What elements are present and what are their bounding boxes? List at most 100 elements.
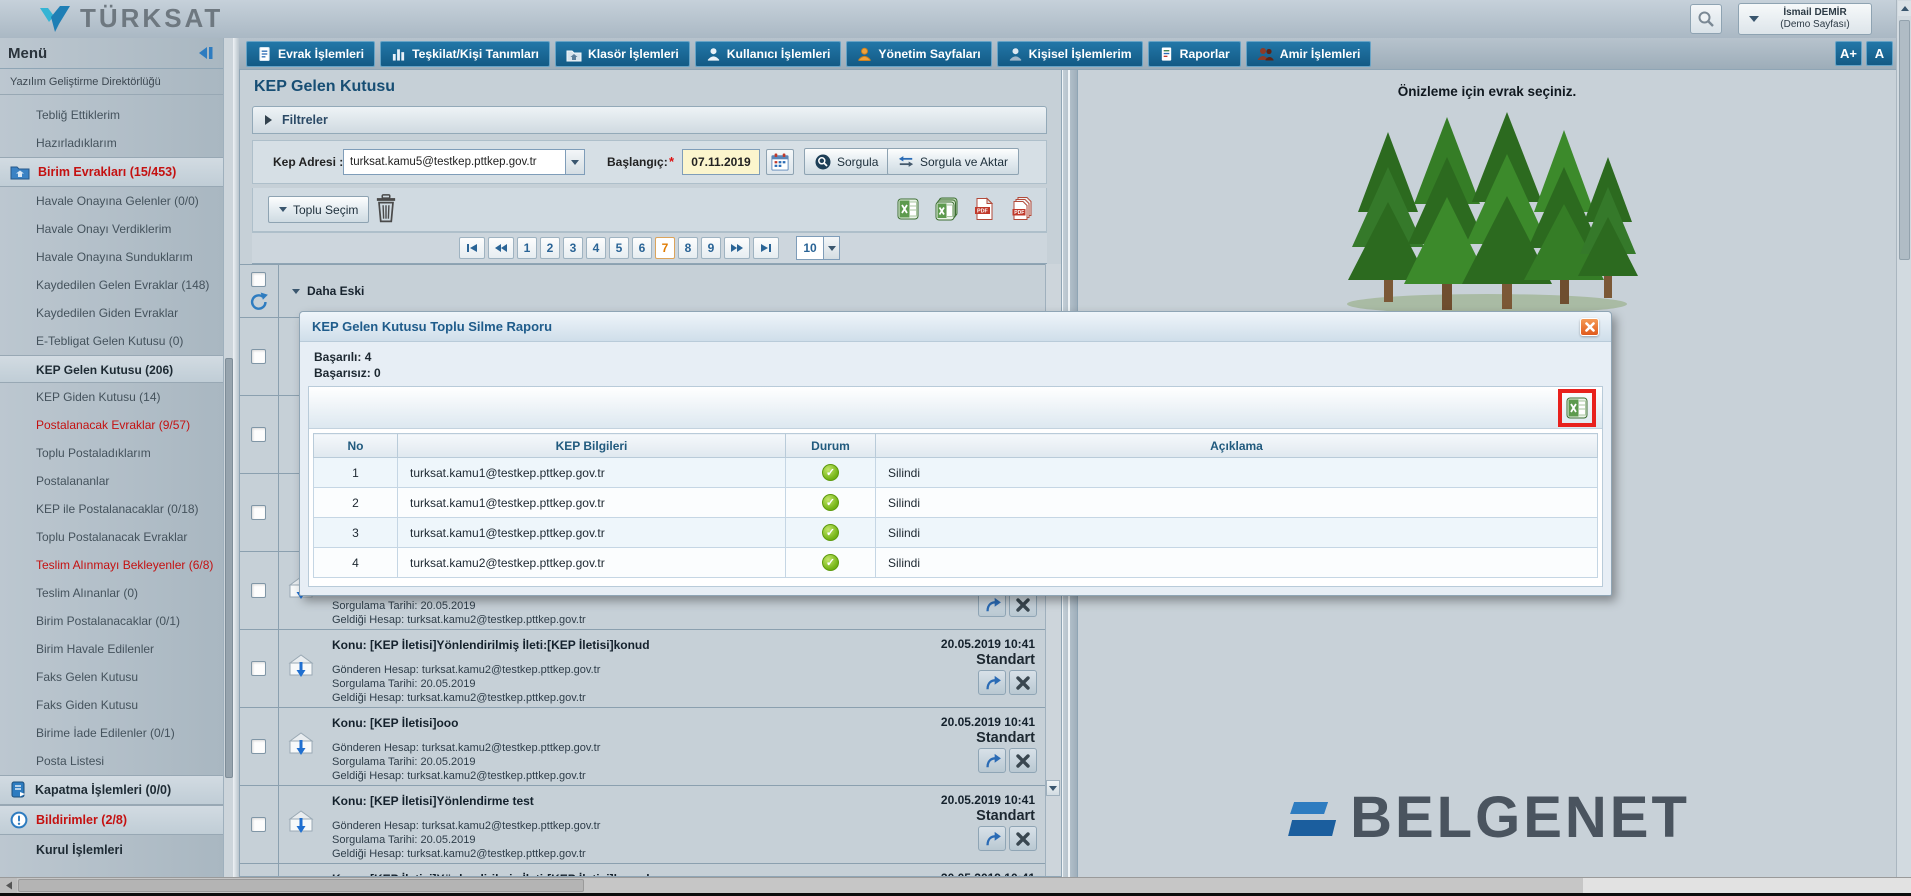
sorgula-ve-aktar-button[interactable]: Sorgula ve Aktar [887,148,1019,175]
tab-raporlar[interactable]: Raporlar [1148,41,1241,67]
sidebar-scrollbar[interactable] [223,38,233,877]
delete-button[interactable] [1009,748,1037,773]
export-pdf-all-button[interactable]: PDF [1010,197,1034,226]
list-item[interactable]: Konu: [KEP İletisi]Yönlendirme test Gönd… [240,785,1045,863]
sidebar-item-havale-onayina-sunduklarim[interactable]: Havale Onayına Sunduklarım [0,243,223,271]
sidebar-item-faks-giden-kutusu[interactable]: Faks Giden Kutusu [0,691,223,719]
page-button-7-current[interactable]: 7 [655,237,675,259]
sidebar-item-toplu-postaladiklarim[interactable]: Toplu Postaladıklarım [0,439,223,467]
sidebar-item-etebligat-gelen-kutusu[interactable]: E-Tebligat Gelen Kutusu (0) [0,327,223,355]
horizontal-scrollbar-thumb[interactable] [18,879,584,892]
sidebar-item-kapatma-islemleri[interactable]: Kapatma İşlemleri (0/0) [0,775,223,805]
sidebar-item-teblig-ettiklerim[interactable]: Tebliğ Ettiklerim [0,101,223,129]
dialog-header[interactable]: KEP Gelen Kutusu Toplu Silme Raporu [300,312,1611,342]
sidebar-item-postalanacak-evraklar[interactable]: Postalanacak Evraklar (9/57) [0,411,223,439]
list-item[interactable]: Konu: [KEP İletisi]Yönlendirilmiş İleti:… [240,629,1045,707]
forward-button[interactable] [978,670,1006,695]
global-search-button[interactable] [1690,4,1722,34]
toplu-secim-button[interactable]: Toplu Seçim [268,196,369,223]
font-increase-button[interactable]: A+ [1835,41,1862,66]
scroll-left-button[interactable] [0,878,17,893]
delete-selected-button[interactable] [374,194,398,228]
user-menu[interactable]: İsmail DEMİR (Demo Sayfası) [1738,3,1872,35]
export-excel-button[interactable] [896,197,920,226]
sidebar-item-bildirimler[interactable]: Bildirimler (2/8) [0,805,223,835]
row-checkbox[interactable] [251,661,266,676]
tab-kullanici-islemleri[interactable]: Kullanıcı İşlemleri [695,41,842,67]
dialog-close-button[interactable] [1580,318,1599,336]
page-button-2[interactable]: 2 [540,237,560,259]
sidebar-item-teslim-alinmayi-bekleyenler[interactable]: Teslim Alınmayı Bekleyenler (6/8) [0,551,223,579]
sidebar-item-teslim-alinanlar[interactable]: Teslim Alınanlar (0) [0,579,223,607]
tab-klasor-islemleri[interactable]: Klasör İşlemleri [555,41,690,67]
sidebar-item-kep-gelen-kutusu[interactable]: KEP Gelen Kutusu (206) [0,355,223,383]
sidebar-item-posta-listesi[interactable]: Posta Listesi [0,747,223,775]
export-pdf-button[interactable]: PDF [972,197,996,226]
sidebar-item-birim-havale-edilenler[interactable]: Birim Havale Edilenler [0,635,223,663]
page-vertical-scrollbar[interactable] [1896,0,1911,877]
vertical-scrollbar-thumb[interactable] [1899,20,1910,260]
page-size-select[interactable]: 10 [796,236,840,260]
tab-amir-islemleri[interactable]: Amir İşlemleri [1246,41,1372,67]
calendar-button[interactable] [766,149,794,175]
folder-home-icon [566,47,582,62]
svg-text:PDF: PDF [1014,210,1024,216]
row-checkbox[interactable] [251,817,266,832]
export-excel-highlighted-button[interactable] [1558,389,1596,427]
scroll-down-button[interactable] [1046,780,1060,796]
row-checkbox[interactable] [251,427,266,442]
sidebar-item-havale-onayi-verdiklerim[interactable]: Havale Onayı Verdiklerim [0,215,223,243]
tab-teskilat-kisi-tanimlari[interactable]: Teşkilat/Kişi Tanımları [380,41,550,67]
delete-button[interactable] [1009,826,1037,851]
sidebar-item-toplu-postalanacak-evraklar[interactable]: Toplu Postalanacak Evraklar [0,523,223,551]
page-horizontal-scrollbar[interactable] [0,877,1911,893]
row-checkbox[interactable] [251,583,266,598]
sidebar-item-faks-gelen-kutusu[interactable]: Faks Gelen Kutusu [0,663,223,691]
prev-page-button[interactable] [488,237,514,259]
forward-button[interactable] [978,748,1006,773]
delete-button[interactable] [1009,670,1037,695]
scroll-up-button[interactable] [1898,1,1911,16]
first-page-button[interactable] [459,237,485,259]
row-checkbox[interactable] [251,349,266,364]
page-button-5[interactable]: 5 [609,237,629,259]
page-button-9[interactable]: 9 [701,237,721,259]
filters-toggle[interactable]: Filtreler [252,106,1047,134]
page-button-3[interactable]: 3 [563,237,583,259]
forward-button[interactable] [978,826,1006,851]
start-date-input[interactable]: 07.11.2019 [682,149,760,175]
kep-address-select[interactable]: turksat.kamu5@testkep.pttkep.gov.tr [343,149,585,175]
export-excel-all-button[interactable] [934,197,958,226]
next-page-button[interactable] [724,237,750,259]
collapse-sidebar-icon[interactable] [198,46,215,60]
tab-evrak-islemleri[interactable]: Evrak İşlemleri [246,41,375,67]
row-checkbox[interactable] [251,739,266,754]
refresh-icon[interactable] [249,292,269,312]
sidebar-item-kep-ile-postalanacaklar[interactable]: KEP ile Postalanacaklar (0/18) [0,495,223,523]
sidebar-item-kaydedilen-gelen-evraklar[interactable]: Kaydedilen Gelen Evraklar (148) [0,271,223,299]
list-item[interactable]: Konu: [KEP İletisi]ooo Gönderen Hesap: t… [240,707,1045,785]
page-button-6[interactable]: 6 [632,237,652,259]
sidebar-item-kurul-islemleri[interactable]: Kurul İşlemleri [0,835,223,865]
group-label[interactable]: Daha Eski [292,284,364,298]
sidebar-item-birim-evraklari[interactable]: Birim Evrakları (15/453) [0,157,223,187]
list-item[interactable]: Konu: [KEP İletisi]Yönlendirilmiş İleti:… [240,863,1045,876]
sidebar-item-birim-postalanacaklar[interactable]: Birim Postalanacaklar (0/1) [0,607,223,635]
sidebar-item-kaydedilen-giden-evraklar[interactable]: Kaydedilen Giden Evraklar [0,299,223,327]
sidebar-item-havale-onayina-gelenler[interactable]: Havale Onayına Gelenler (0/0) [0,187,223,215]
tab-yonetim-sayfalari[interactable]: Yönetim Sayfaları [846,41,991,67]
sidebar-item-birime-iade-edilenler[interactable]: Birime İade Edilenler (0/1) [0,719,223,747]
page-button-8[interactable]: 8 [678,237,698,259]
select-all-checkbox[interactable] [251,272,266,287]
row-checkbox[interactable] [251,505,266,520]
sidebar-item-kep-giden-kutusu[interactable]: KEP Giden Kutusu (14) [0,383,223,411]
font-decrease-button[interactable]: A [1866,41,1893,66]
last-page-button[interactable] [753,237,779,259]
sidebar-scrollbar-thumb[interactable] [225,358,233,778]
sidebar-item-hazirladiklarim[interactable]: Hazırladıklarım [0,129,223,157]
sidebar-item-postalananlar[interactable]: Postalananlar [0,467,223,495]
tab-kisisel-islemlerim[interactable]: Kişisel İşlemlerim [997,41,1143,67]
page-button-1[interactable]: 1 [517,237,537,259]
sorgula-button[interactable]: Sorgula [804,148,889,175]
page-button-4[interactable]: 4 [586,237,606,259]
